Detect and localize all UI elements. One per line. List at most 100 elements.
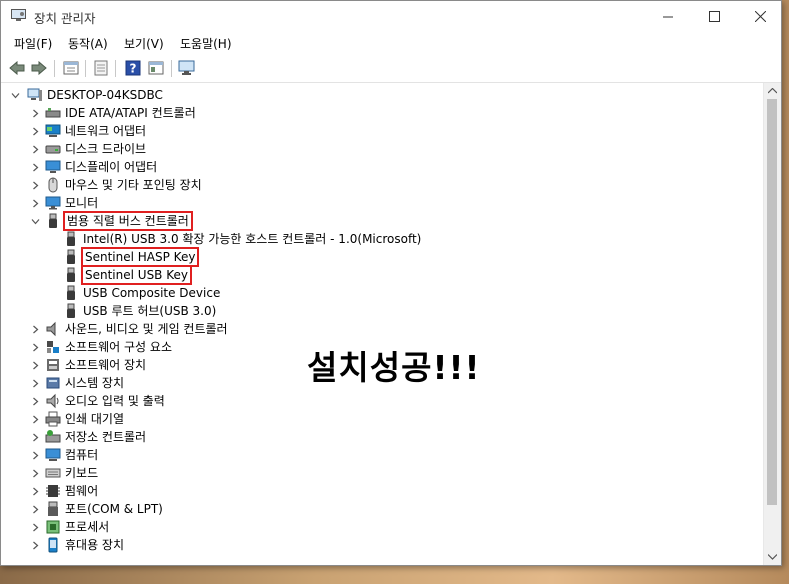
tree-device[interactable]: Intel(R) USB 3.0 확장 가능한 호스트 컨트롤러 - 1.0(M… [63,230,421,248]
document-icon [94,60,108,76]
chevron-right-icon[interactable] [31,325,40,334]
tree-device[interactable]: USB 루트 허브(USB 3.0) [63,302,216,320]
chevron-right-icon[interactable] [31,433,40,442]
usb-device-icon [63,231,79,247]
tree-category[interactable]: 소프트웨어 장치 [45,356,146,374]
cpu-icon [45,519,61,535]
tree-device[interactable]: Sentinel USB Key [63,265,192,285]
maximize-button[interactable] [691,1,737,31]
scan-hardware-button[interactable] [177,59,197,77]
tree-item-label: 저장소 컨트롤러 [65,430,147,444]
scrollbar-thumb[interactable] [767,99,777,505]
chevron-right-icon[interactable] [31,343,40,352]
update-driver-button[interactable] [91,59,111,77]
tree-category[interactable]: 모니터 [45,194,98,212]
chevron-right-icon[interactable] [31,199,40,208]
tree-item-label: 키보드 [65,466,99,480]
menu-help[interactable]: 도움말(H) [180,35,232,52]
tree-category[interactable]: 휴대용 장치 [45,536,124,554]
monitor-icon [45,195,61,211]
tree-category[interactable]: 오디오 입력 및 출력 [45,392,165,410]
tree-category[interactable]: 디스크 드라이브 [45,140,146,158]
monitor-icon [178,60,195,75]
tree-item-label: IDE ATA/ATAPI 컨트롤러 [65,106,196,120]
minimize-button[interactable] [645,1,691,31]
tree-category[interactable]: 시스템 장치 [45,374,124,392]
tree-category[interactable]: 포트(COM & LPT) [45,500,163,518]
chevron-right-icon[interactable] [31,127,40,136]
tree-root[interactable]: DESKTOP-04KSDBC [27,86,163,104]
view-icon [148,61,164,75]
success-annotation: 설치성공!!! [307,348,481,387]
chevron-right-icon[interactable] [31,487,40,496]
tree-item-label: 소프트웨어 장치 [65,358,147,372]
menu-action[interactable]: 동작(A) [68,35,108,52]
properties-button[interactable] [61,59,81,77]
view-button[interactable] [146,59,166,77]
usb-device-icon [63,303,79,319]
close-icon [754,10,766,22]
chevron-right-icon[interactable] [31,397,40,406]
software-icon [45,357,61,373]
tree-category[interactable]: 디스플레이 어댑터 [45,158,157,176]
tree-category[interactable]: 프로세서 [45,518,109,536]
tree-category[interactable]: 컴퓨터 [45,446,98,464]
tree-category[interactable]: 인쇄 대기열 [45,410,124,428]
usb-icon [45,213,61,229]
chevron-right-icon[interactable] [31,541,40,550]
storage-icon [45,429,61,445]
help-icon: ? [125,60,141,76]
chevron-right-icon[interactable] [31,163,40,172]
vertical-scrollbar[interactable] [763,83,781,565]
properties-icon [63,61,79,75]
back-button[interactable] [7,59,27,77]
tree-item-label: Sentinel HASP Key [80,247,200,267]
tree-item-label: Sentinel USB Key [81,265,192,285]
chevron-right-icon[interactable] [31,181,40,190]
help-button[interactable]: ? [123,59,143,77]
tree-category-expanded[interactable]: 범용 직렬 버스 컨트롤러 [45,211,193,231]
chevron-down-icon[interactable] [31,217,40,226]
tree-device[interactable]: Sentinel HASP Key [63,247,200,267]
chevron-down-icon[interactable] [11,91,20,100]
firmware-icon [45,483,61,499]
tree-item-label: 디스크 드라이브 [65,142,147,156]
back-icon [9,61,25,75]
chevron-right-icon[interactable] [31,109,40,118]
menu-view[interactable]: 보기(V) [124,35,164,52]
tree-category[interactable]: 사운드, 비디오 및 게임 컨트롤러 [45,320,228,338]
component-icon [45,339,61,355]
tree-category[interactable]: 저장소 컨트롤러 [45,428,146,446]
chevron-right-icon[interactable] [31,523,40,532]
device-manager-icon [11,9,26,21]
tree-category[interactable]: 네트워크 어댑터 [45,122,146,140]
tree-item-label: 프로세서 [65,520,110,534]
chevron-right-icon[interactable] [31,145,40,154]
chevron-right-icon[interactable] [31,361,40,370]
sound-icon [45,321,61,337]
tree-category[interactable]: 마우스 및 기타 포인팅 장치 [45,176,202,194]
menu-file[interactable]: 파일(F) [14,35,52,52]
tree-category[interactable]: 키보드 [45,464,98,482]
tree-category[interactable]: 소프트웨어 구성 요소 [45,338,172,356]
close-button[interactable] [737,1,781,31]
tree-item-label: Intel(R) USB 3.0 확장 가능한 호스트 컨트롤러 - 1.0(M… [83,232,422,246]
tree-item-label: 사운드, 비디오 및 게임 컨트롤러 [65,322,228,336]
tree-item-label: 마우스 및 기타 포인팅 장치 [65,178,202,192]
tree-item-label: 오디오 입력 및 출력 [65,394,165,408]
forward-button[interactable] [29,59,49,77]
chevron-right-icon[interactable] [31,505,40,514]
tree-category[interactable]: IDE ATA/ATAPI 컨트롤러 [45,104,196,122]
chevron-right-icon[interactable] [31,469,40,478]
title-bar[interactable]: 장치 관리자 [1,1,781,31]
chevron-right-icon[interactable] [31,379,40,388]
tree-item-label: 범용 직렬 버스 컨트롤러 [63,211,193,231]
chevron-right-icon[interactable] [31,415,40,424]
chevron-right-icon[interactable] [31,451,40,460]
scroll-up-icon[interactable] [768,88,777,94]
minimize-icon [662,16,673,17]
tree-item-label: 컴퓨터 [65,448,99,462]
tree-device[interactable]: USB Composite Device [63,284,220,302]
tree-category[interactable]: 펌웨어 [45,482,98,500]
scroll-down-icon[interactable] [768,554,777,560]
